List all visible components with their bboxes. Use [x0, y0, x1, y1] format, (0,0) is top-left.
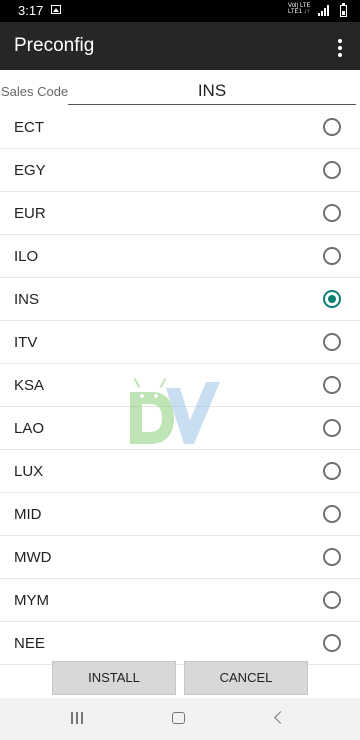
- list-item[interactable]: ECT: [0, 106, 360, 149]
- radio-button[interactable]: [323, 247, 341, 265]
- list-item-label: EGY: [14, 162, 46, 179]
- page-title: Preconfig: [14, 35, 95, 56]
- radio-button[interactable]: [323, 290, 341, 308]
- radio-button[interactable]: [323, 118, 341, 136]
- network-status: Vol) LTE LTE1 ↓↑: [288, 3, 312, 15]
- radio-button[interactable]: [323, 634, 341, 652]
- list-item-label: EUR: [14, 205, 46, 222]
- list-item[interactable]: MYM: [0, 579, 360, 622]
- radio-button[interactable]: [323, 376, 341, 394]
- button-bar: INSTALL CANCEL: [0, 658, 360, 698]
- list-item-label: MWD: [14, 549, 52, 566]
- sales-code-input[interactable]: INS: [68, 78, 356, 105]
- radio-button[interactable]: [323, 333, 341, 351]
- watermark-logo: [130, 378, 220, 444]
- radio-button[interactable]: [323, 462, 341, 480]
- image-notification-icon: [51, 5, 61, 14]
- list-item-label: NEE: [14, 635, 45, 652]
- list-item[interactable]: LUX: [0, 450, 360, 493]
- radio-button[interactable]: [323, 548, 341, 566]
- install-button[interactable]: INSTALL: [52, 661, 176, 695]
- list-item-label: LAO: [14, 420, 45, 437]
- status-bar: 3:17 Vol) LTE LTE1 ↓↑: [0, 0, 360, 22]
- list-item-label: ITV: [14, 334, 38, 351]
- radio-button[interactable]: [323, 204, 341, 222]
- list-item[interactable]: ITV: [0, 321, 360, 364]
- radio-button[interactable]: [323, 591, 341, 609]
- recents-icon[interactable]: [71, 712, 85, 724]
- back-icon[interactable]: [274, 711, 287, 724]
- navigation-bar: [0, 698, 360, 740]
- list-item-label: LUX: [14, 463, 44, 480]
- radio-button[interactable]: [323, 161, 341, 179]
- list-item[interactable]: EUR: [0, 192, 360, 235]
- list-item[interactable]: INS: [0, 278, 360, 321]
- list-item[interactable]: ILO: [0, 235, 360, 278]
- signal-icon: [318, 5, 332, 16]
- list-item-label: MYM: [14, 592, 49, 609]
- home-icon[interactable]: [172, 712, 185, 724]
- status-time: 3:17: [18, 3, 44, 18]
- sales-code-label: Sales Code: [1, 84, 69, 99]
- list-item[interactable]: MID: [0, 493, 360, 536]
- list-item-label: INS: [14, 291, 40, 308]
- sales-code-row: Sales Code INS: [0, 78, 360, 106]
- network-status-bottom: LTE1 ↓↑: [288, 9, 310, 15]
- list-item-label: MID: [14, 506, 42, 523]
- list-item[interactable]: MWD: [0, 536, 360, 579]
- overflow-menu-icon[interactable]: [337, 39, 343, 57]
- battery-icon: [340, 3, 347, 17]
- app-bar: Preconfig: [0, 22, 360, 70]
- list-item-label: KSA: [14, 377, 45, 394]
- list-item-label: ILO: [14, 248, 39, 265]
- radio-button[interactable]: [323, 419, 341, 437]
- radio-button[interactable]: [323, 505, 341, 523]
- list-item-label: ECT: [14, 119, 44, 136]
- cancel-button[interactable]: CANCEL: [184, 661, 308, 695]
- list-item[interactable]: EGY: [0, 149, 360, 192]
